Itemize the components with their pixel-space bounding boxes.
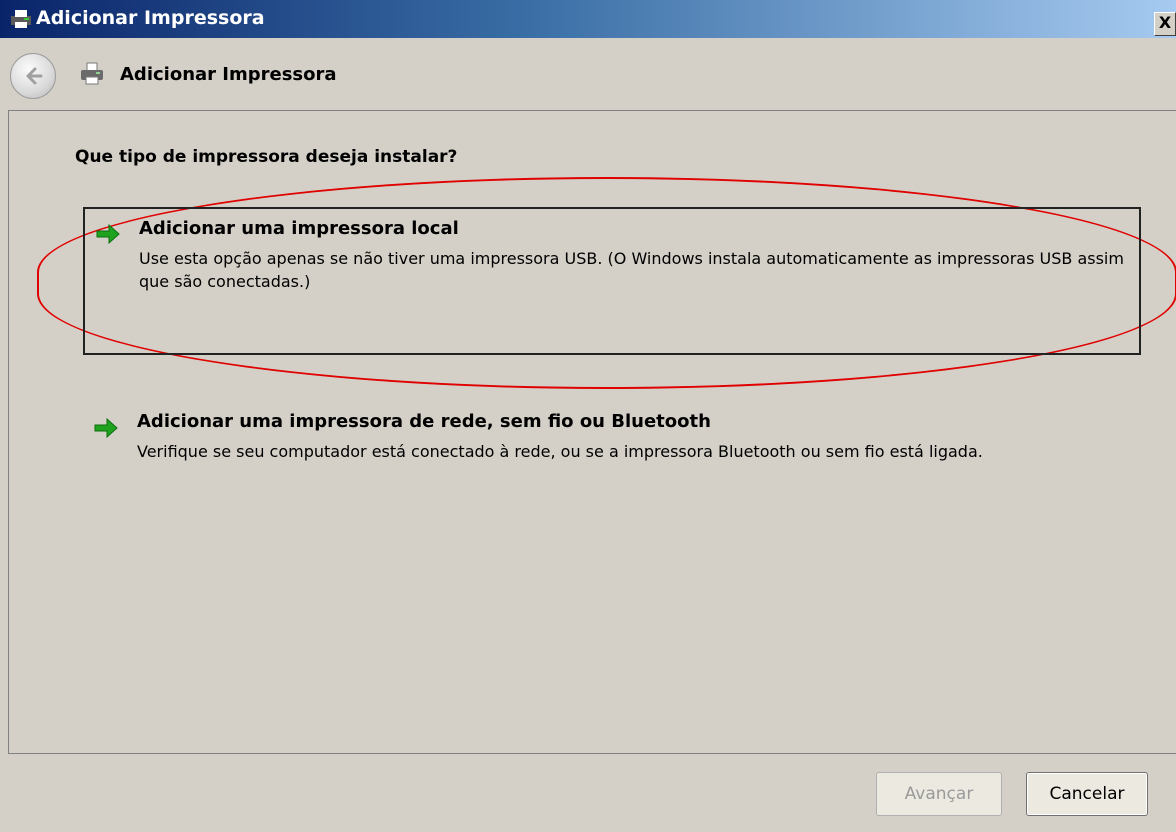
printer-icon bbox=[78, 60, 106, 88]
option-title: Adicionar uma impressora local bbox=[139, 218, 459, 239]
option-local-printer[interactable]: Adicionar uma impressora local Use esta … bbox=[83, 207, 1141, 355]
option-title: Adicionar uma impressora de rede, sem fi… bbox=[137, 411, 711, 432]
back-button[interactable] bbox=[10, 53, 56, 99]
green-arrow-icon bbox=[95, 223, 121, 245]
option-description: Verifique se seu computador está conecta… bbox=[137, 442, 983, 461]
next-button[interactable]: Avançar bbox=[876, 772, 1002, 816]
window-title: Adicionar Impressora bbox=[36, 7, 265, 29]
title-bar: Adicionar Impressora X bbox=[0, 0, 1176, 38]
green-arrow-icon bbox=[93, 417, 119, 439]
option-network-printer[interactable]: Adicionar uma impressora de rede, sem fi… bbox=[83, 405, 1141, 475]
option-description: Use esta opção apenas se não tiver uma i… bbox=[139, 249, 1124, 291]
page-title: Adicionar Impressora bbox=[120, 64, 337, 85]
question-heading: Que tipo de impressora deseja instalar? bbox=[75, 147, 458, 167]
back-arrow-icon bbox=[26, 67, 43, 85]
navigation-bar: Adicionar Impressora bbox=[0, 38, 1176, 110]
close-button[interactable]: X bbox=[1154, 12, 1176, 36]
printer-icon bbox=[8, 6, 34, 32]
wizard-content: Que tipo de impressora deseja instalar? … bbox=[8, 110, 1176, 754]
cancel-button[interactable]: Cancelar bbox=[1026, 772, 1148, 816]
